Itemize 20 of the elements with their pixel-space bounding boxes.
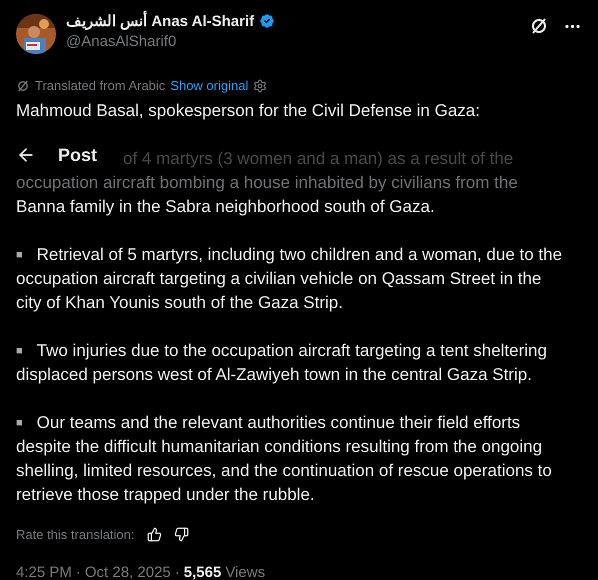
post-text: Mahmoud Basal, spokesperson for the Civil Defense in Gaza: bbox=[16, 100, 481, 122]
thumbs-down-icon[interactable] bbox=[174, 527, 189, 542]
separator: · bbox=[174, 564, 180, 580]
post-date[interactable]: Oct 28, 2025 bbox=[84, 564, 171, 580]
translate-icon[interactable] bbox=[529, 16, 549, 36]
rate-label: Rate this translation: bbox=[16, 527, 135, 542]
translate-icon bbox=[16, 78, 30, 92]
separator: · bbox=[76, 564, 81, 580]
post-text: occupation aircraft bombing a house inhabited by civilians from the bbox=[16, 172, 518, 194]
header-title: Post bbox=[58, 144, 98, 166]
settings-icon[interactable] bbox=[253, 78, 268, 92]
post-time[interactable]: 4:25 PM bbox=[16, 564, 72, 580]
translation-label: Translated from Arabic bbox=[35, 78, 166, 93]
post-text: of 4 martyrs (3 women and a man) as a result of the bbox=[123, 148, 514, 170]
post-text: Banna family in the Sabra neighborhood south of Gaza. bbox=[16, 196, 435, 218]
author-handle[interactable]: @AnasAlSharif0 bbox=[66, 33, 519, 50]
show-original-link[interactable]: Show original bbox=[170, 78, 248, 93]
thumbs-up-icon[interactable] bbox=[146, 527, 162, 542]
views-count: 5,565 bbox=[184, 564, 222, 580]
views-label: Views bbox=[225, 564, 266, 580]
